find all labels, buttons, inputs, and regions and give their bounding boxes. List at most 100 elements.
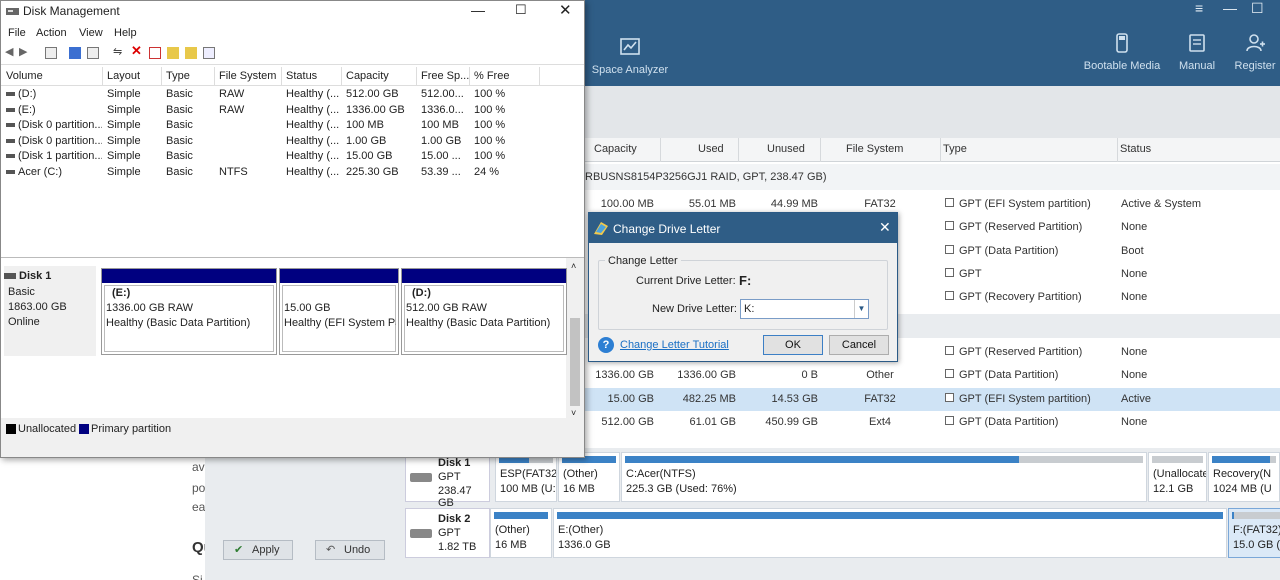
cell-used: 1336.00 GB bbox=[677, 369, 736, 382]
partition-size: 512.00 GB RAW bbox=[406, 302, 487, 314]
partition-e[interactable]: (E:) 1336.00 GB RAW Healthy (Basic Data … bbox=[101, 268, 277, 355]
close-icon[interactable]: ✕ bbox=[559, 1, 572, 19]
menu-action[interactable]: Action bbox=[36, 27, 67, 39]
col-volume[interactable]: Volume bbox=[6, 70, 43, 82]
scrollbar-thumb[interactable] bbox=[570, 318, 580, 406]
help-icon[interactable]: ? bbox=[598, 337, 614, 353]
cell-type: GPT (Reserved Partition) bbox=[959, 221, 1083, 234]
volume-cell-free: 53.39 ... bbox=[421, 166, 461, 178]
volume-row[interactable]: (E:) Simple Basic RAW Healthy (... 1336.00 GB… bbox=[1, 103, 584, 119]
maximize-icon[interactable]: ☐ bbox=[515, 2, 527, 18]
col-file-system[interactable]: File System bbox=[219, 70, 276, 82]
dialog-titlebar[interactable]: Change Drive Letter ✕ bbox=[589, 213, 897, 243]
diskmap-partition[interactable]: E:(Other) 1336.0 GB bbox=[553, 508, 1227, 558]
apply-button[interactable]: ✔ Apply bbox=[223, 540, 293, 560]
close-icon[interactable]: ✕ bbox=[879, 219, 891, 236]
manual-button[interactable]: Manual bbox=[1173, 32, 1221, 72]
volume-row[interactable]: (Disk 0 partition... Simple Basic Healthy (… bbox=[1, 134, 584, 150]
disk-type: GPT bbox=[438, 471, 461, 483]
col-type[interactable]: Type bbox=[166, 70, 190, 82]
partition-d[interactable]: (D:) 512.00 GB RAW Healthy (Basic Data P… bbox=[401, 268, 567, 355]
space-analyzer-button[interactable]: Space Analyzer bbox=[585, 36, 675, 76]
window-icon[interactable] bbox=[203, 47, 215, 59]
volume-cell-type: Basic bbox=[166, 119, 193, 132]
forward-icon[interactable]: ▶ bbox=[19, 45, 31, 58]
cell-capacity: 100.00 MB bbox=[600, 198, 654, 210]
new-letter-select[interactable]: K: ▼ bbox=[740, 299, 869, 319]
diskmap-disk2-info[interactable]: Disk 2 GPT 1.82 TB bbox=[405, 508, 490, 558]
partition-efi[interactable]: 15.00 GB Healthy (EFI System Pa bbox=[279, 268, 399, 355]
folder-search-icon[interactable] bbox=[185, 47, 197, 59]
menu-file[interactable]: File bbox=[8, 27, 26, 39]
back-icon[interactable]: ◀ bbox=[5, 45, 17, 58]
diskmap-partition[interactable]: C:Acer(NTFS) 225.3 GB (Used: 76%) bbox=[621, 452, 1147, 502]
col-capacity[interactable]: Capacity bbox=[594, 143, 637, 155]
minimize-icon[interactable]: — bbox=[471, 2, 485, 18]
volume-cell-type: Basic bbox=[166, 150, 193, 163]
col-free-space[interactable]: Free Sp... bbox=[421, 70, 469, 82]
tutorial-link[interactable]: Change Letter Tutorial bbox=[620, 339, 729, 351]
partition-size: 12.1 GB bbox=[1153, 483, 1194, 495]
maximize-icon[interactable]: ☐ bbox=[1251, 0, 1264, 17]
volume-row[interactable]: (Disk 1 partition... Simple Basic Healthy (… bbox=[1, 149, 584, 165]
menu-help[interactable]: Help bbox=[114, 27, 137, 39]
list-icon[interactable] bbox=[87, 47, 99, 59]
connect-icon[interactable]: ⇋ bbox=[113, 45, 125, 58]
scroll-up-icon[interactable]: ˄ bbox=[571, 261, 576, 271]
volume-row[interactable]: Acer (C:) Simple Basic NTFS Healthy (... 225.… bbox=[1, 165, 584, 181]
col-type[interactable]: Type bbox=[943, 143, 967, 155]
cancel-button[interactable]: Cancel bbox=[829, 335, 889, 355]
diskmap-partition[interactable]: Recovery(N 1024 MB (U bbox=[1208, 452, 1280, 502]
disk-name: Disk 2 bbox=[438, 513, 471, 525]
delete-icon[interactable]: ✕ bbox=[131, 43, 143, 58]
col-capacity[interactable]: Capacity bbox=[346, 70, 389, 82]
volume-row[interactable]: (D:) Simple Basic RAW Healthy (... 512.00 GB 5… bbox=[1, 87, 584, 103]
col-used[interactable]: Used bbox=[698, 143, 724, 155]
chevron-down-icon[interactable]: ▼ bbox=[854, 300, 868, 318]
register-button[interactable]: Register bbox=[1230, 32, 1280, 72]
col-status[interactable]: Status bbox=[1120, 143, 1151, 155]
cell-used: 482.25 MB bbox=[682, 392, 736, 405]
volume-cell-pct: 100 % bbox=[474, 119, 506, 132]
bootable-media-button[interactable]: Bootable Media bbox=[1080, 32, 1164, 72]
partition-type-icon bbox=[945, 392, 954, 402]
col-status[interactable]: Status bbox=[286, 70, 317, 82]
col-unused[interactable]: Unused bbox=[767, 143, 805, 155]
diskmap-disk1-info[interactable]: Disk 1 GPT 238.47 GB bbox=[405, 452, 490, 509]
diskmap-partition[interactable]: (Unallocate 12.1 GB bbox=[1148, 452, 1207, 502]
check-icon[interactable] bbox=[149, 47, 161, 59]
diskmap-partition[interactable]: F:(FAT32) 15.0 GB (U: bbox=[1228, 508, 1280, 558]
diskmap-disk2[interactable]: Disk 2 GPT 1.82 TB (Other) 16 MB E:(Other)… bbox=[405, 508, 1280, 558]
col-file-system[interactable]: File System bbox=[846, 143, 903, 155]
folder-icon[interactable] bbox=[167, 47, 179, 59]
properties-icon[interactable] bbox=[45, 47, 57, 59]
volume-cell-layout: Simple bbox=[107, 119, 141, 132]
partition-label: (Other) bbox=[563, 468, 598, 480]
diskmap-partition[interactable]: (Other) 16 MB bbox=[490, 508, 552, 558]
scroll-down-icon[interactable]: ˅ bbox=[571, 408, 576, 418]
new-letter-label: New Drive Letter: bbox=[652, 303, 737, 315]
partition-type-icon bbox=[945, 221, 954, 231]
minimize-icon[interactable]: — bbox=[1223, 0, 1237, 16]
menu-view[interactable]: View bbox=[79, 27, 103, 39]
diskmap-disk1[interactable]: Disk 1 GPT 238.47 GB ESP(FAT32) 100 MB (U… bbox=[405, 452, 1280, 509]
disk1-label[interactable]: Disk 1 Basic 1863.00 GB Online bbox=[4, 266, 96, 356]
help-icon[interactable] bbox=[69, 47, 81, 59]
cell-type: GPT (Data Partition) bbox=[959, 244, 1059, 257]
col-percent-free[interactable]: % Free bbox=[474, 70, 509, 82]
diskmap-partition[interactable]: (Other) 16 MB bbox=[558, 452, 620, 502]
ok-button[interactable]: OK bbox=[763, 335, 823, 355]
volume-cell-volume: (E:) bbox=[18, 103, 36, 116]
volume-cell-layout: Simple bbox=[107, 134, 141, 147]
undo-button[interactable]: ↶ Undo bbox=[315, 540, 385, 560]
volume-row[interactable]: (Disk 0 partition... Simple Basic Healthy (… bbox=[1, 118, 584, 134]
cell-status: None bbox=[1121, 369, 1148, 382]
diskmap-partition[interactable]: ESP(FAT32) 100 MB (U: bbox=[495, 452, 557, 502]
dm-titlebar[interactable]: Disk Management — ☐ ✕ bbox=[1, 1, 584, 23]
cell-status: Active bbox=[1121, 392, 1151, 405]
menu-icon[interactable]: ≡ bbox=[1195, 0, 1203, 16]
usage-bar bbox=[1212, 456, 1276, 463]
col-layout[interactable]: Layout bbox=[107, 70, 140, 82]
vertical-scrollbar[interactable]: ˄ ˅ bbox=[568, 261, 582, 418]
partition-type-icon bbox=[945, 369, 954, 379]
